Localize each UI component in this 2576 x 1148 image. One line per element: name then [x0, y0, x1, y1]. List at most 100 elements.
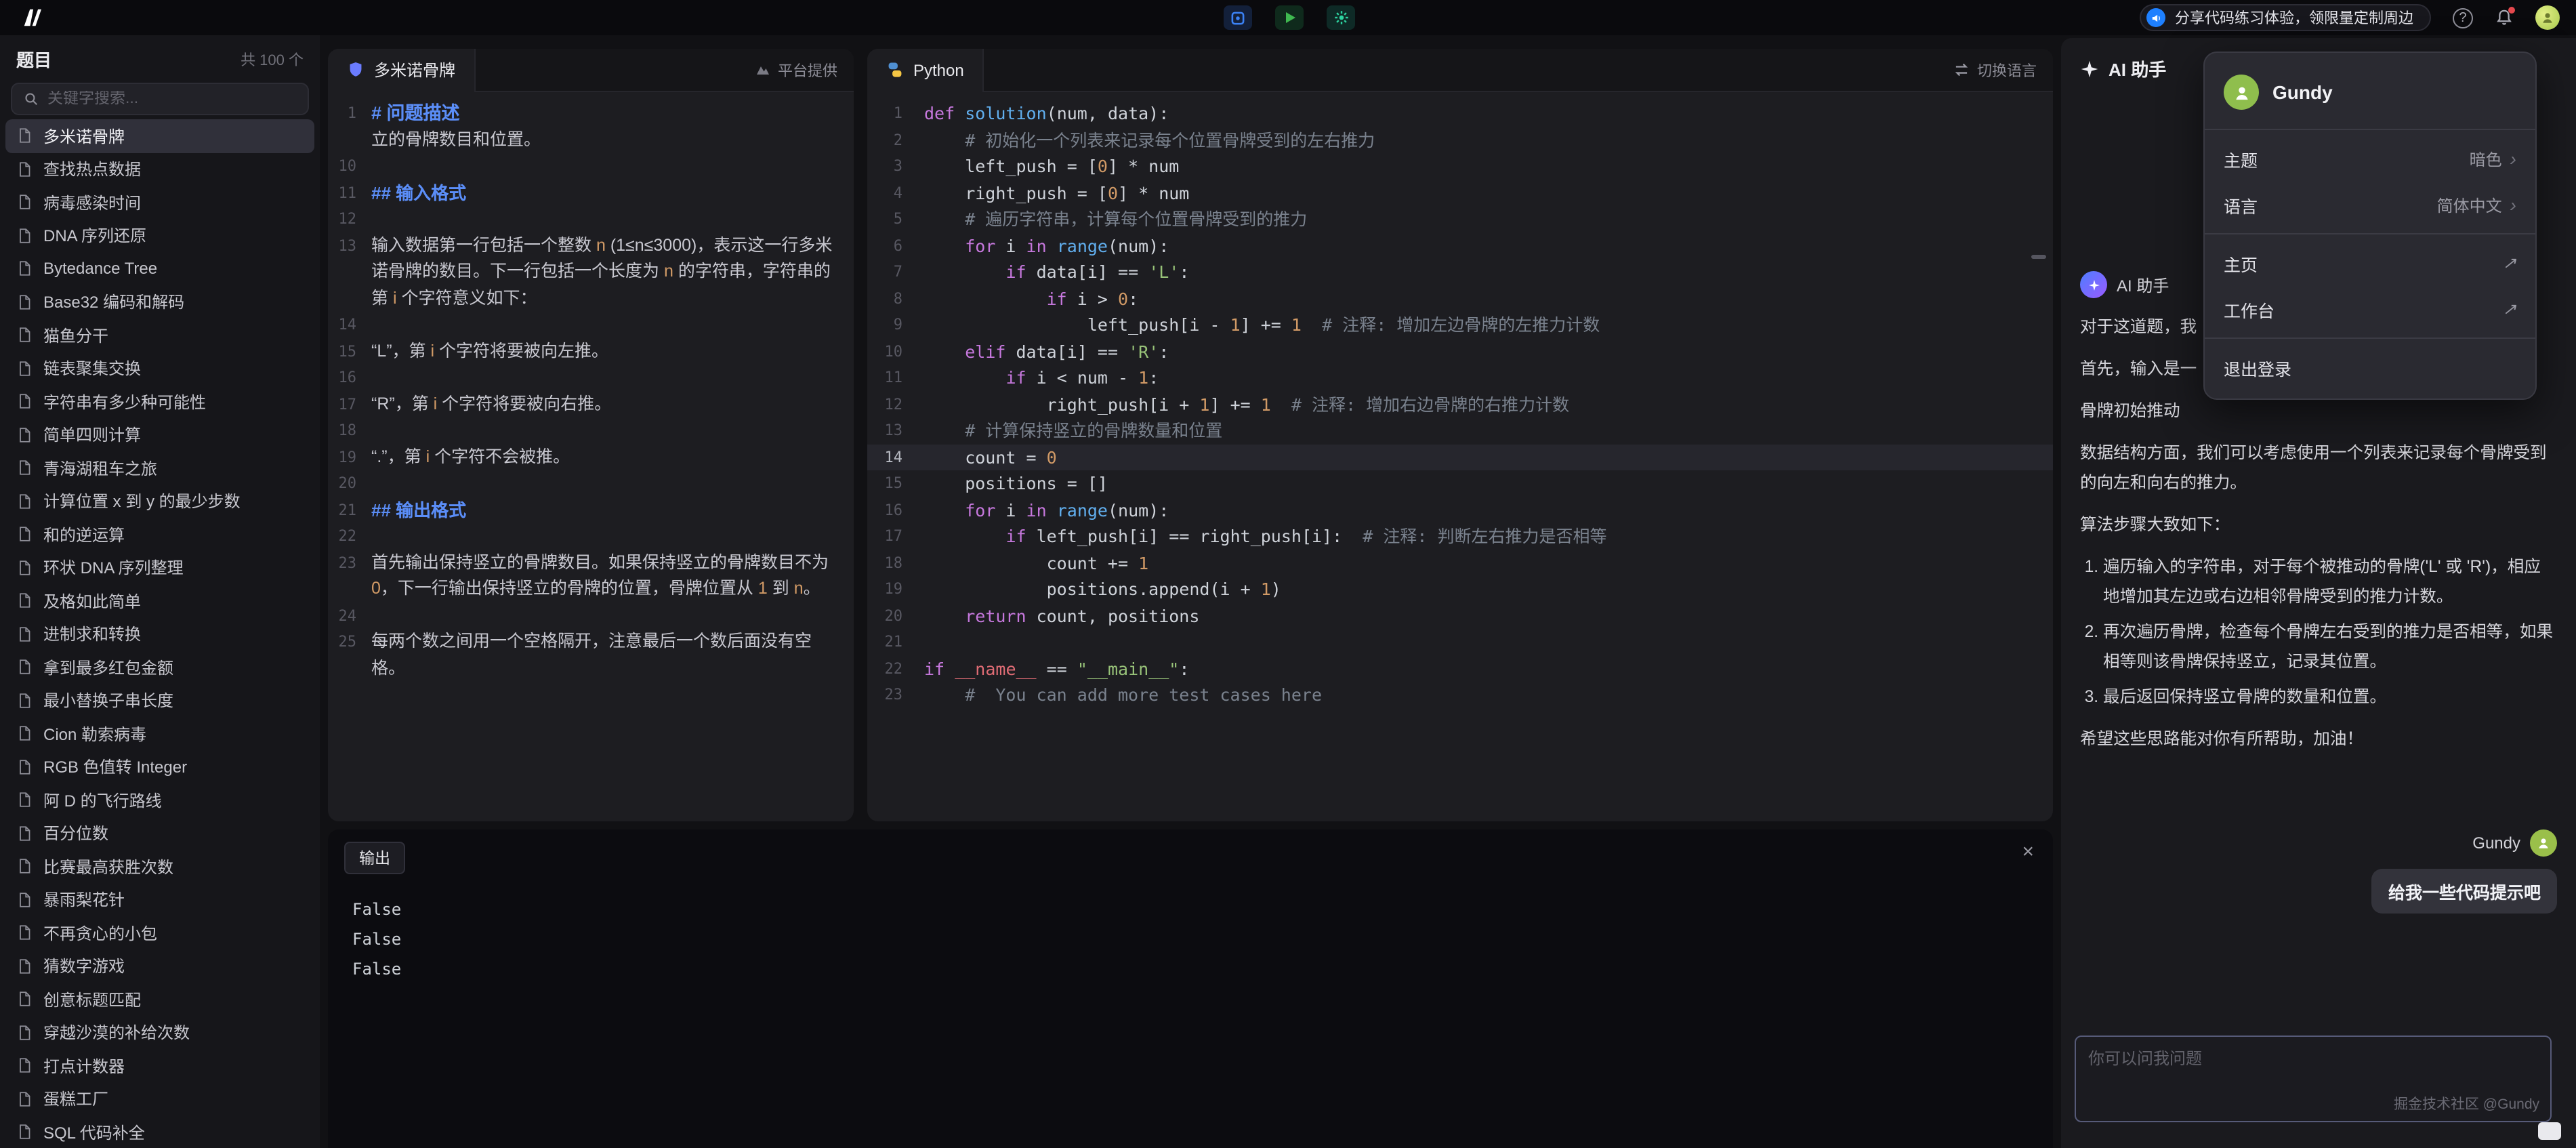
line-text: if data[i] == 'L':: [924, 259, 2053, 285]
close-output-icon[interactable]: ×: [2022, 842, 2034, 862]
problem-content[interactable]: 1# 问题描述立的骨牌数目和位置。1011## 输入格式1213输入数据第一行包…: [328, 94, 854, 821]
line-number: 10: [328, 153, 371, 180]
problem-list-item[interactable]: 病毒感染时间: [5, 186, 314, 219]
problem-list-item[interactable]: 创意标题匹配: [5, 983, 314, 1016]
problem-list-item[interactable]: 链表聚集交换: [5, 352, 314, 385]
file-icon: [16, 659, 33, 676]
problem-list-item[interactable]: 比赛最高获胜次数: [5, 850, 314, 883]
line-text: [371, 470, 854, 497]
user-message-bubble[interactable]: 给我一些代码提示吧: [2372, 869, 2557, 914]
notifications-icon[interactable]: [2495, 8, 2514, 27]
debug-button[interactable]: [1224, 5, 1252, 30]
problem-line: 22: [328, 523, 854, 550]
search-input[interactable]: [47, 91, 297, 107]
promo-banner[interactable]: 分享代码练习体验，领限量定制周边: [2140, 4, 2431, 31]
line-text: # 问题描述: [371, 100, 854, 127]
ai-step-item: 遍历输入的字符串，对于每个被推动的骨牌('L' 或 'R')，相应地增加其左边或…: [2103, 552, 2557, 611]
ai-message-line: 骨牌初始推动: [2080, 396, 2557, 426]
switch-language-button[interactable]: 切换语言: [1953, 59, 2053, 81]
tab-problem[interactable]: 多米诺骨牌: [328, 49, 476, 91]
help-icon[interactable]: ?: [2453, 7, 2473, 28]
problem-list-item[interactable]: 查找热点数据: [5, 152, 314, 186]
problem-list-item[interactable]: 蛋糕工厂: [5, 1082, 314, 1115]
problem-line: 12: [328, 206, 854, 232]
problem-list-item[interactable]: 拿到最多红包金额: [5, 651, 314, 684]
problem-list-item[interactable]: 青海湖租车之旅: [5, 451, 314, 485]
user-message: Gundy 给我一些代码提示吧: [2080, 829, 2557, 914]
problem-list-item[interactable]: 不再贪心的小包: [5, 916, 314, 949]
line-number: 24: [328, 602, 371, 629]
problem-list-item[interactable]: Base32 编码和解码: [5, 285, 314, 319]
ai-question-input[interactable]: [2076, 1037, 2550, 1121]
menu-item-language[interactable]: 语言 简体中文: [2205, 182, 2535, 228]
user-menu: Gundy 主题 暗色 语言 简体中文 主页 工作台 退出登录: [2203, 52, 2537, 400]
problem-list-item[interactable]: Cion 勒索病毒: [5, 717, 314, 750]
problem-list-item[interactable]: 计算位置 x 到 y 的最少步数: [5, 485, 314, 518]
problem-title: 及格如此简单: [43, 590, 141, 613]
problem-list-item[interactable]: 最小替换子串长度: [5, 684, 314, 717]
app: 分享代码练习体验，领限量定制周边 ? 题目 共 100 个 多米诺骨牌查找热点数…: [0, 0, 2576, 1148]
problem-line: 10: [328, 153, 854, 180]
file-icon: [16, 560, 33, 576]
line-text: def solution(num, data):: [924, 100, 2053, 127]
scrollbar-thumb[interactable]: [2031, 255, 2046, 259]
problem-list-item[interactable]: SQL 代码补全: [5, 1115, 314, 1148]
user-avatar[interactable]: [2535, 5, 2560, 30]
file-icon: [16, 925, 33, 941]
line-text: [371, 153, 854, 180]
problem-list-item[interactable]: 阿 D 的飞行路线: [5, 783, 314, 817]
line-number: 18: [328, 417, 371, 444]
problem-list-item[interactable]: 进制求和转换: [5, 617, 314, 651]
code-line: 13 # 计算保持竖立的骨牌数量和位置: [867, 417, 2053, 444]
problem-list-item[interactable]: 环状 DNA 序列整理: [5, 551, 314, 584]
run-button[interactable]: [1275, 5, 1304, 30]
line-number: 6: [867, 232, 924, 259]
tab-language-python[interactable]: Python: [867, 49, 984, 91]
settings-button[interactable]: [1327, 5, 1355, 30]
line-number: 1: [328, 100, 371, 127]
problem-list-item[interactable]: DNA 序列还原: [5, 219, 314, 252]
menu-item-theme[interactable]: 主题 暗色: [2205, 136, 2535, 182]
file-icon: [16, 1091, 33, 1107]
problem-list-item[interactable]: 打点计数器: [5, 1049, 314, 1082]
problem-list: 多米诺骨牌查找热点数据病毒感染时间DNA 序列还原Bytedance TreeB…: [0, 119, 320, 1148]
problem-list-item[interactable]: 猜数字游戏: [5, 949, 314, 983]
menu-item-logout[interactable]: 退出登录: [2205, 344, 2535, 390]
search-icon: [23, 91, 39, 107]
problem-list-item[interactable]: 字符串有多少种可能性: [5, 385, 314, 418]
problem-list-item[interactable]: 和的逆运算: [5, 518, 314, 551]
output-tab[interactable]: 输出: [344, 842, 405, 874]
problem-list-item[interactable]: 穿越沙漠的补给次数: [5, 1016, 314, 1049]
user-message-author: Gundy: [2472, 829, 2557, 857]
line-text: # 遍历字符串，计算每个位置骨牌受到的推力: [924, 206, 2053, 232]
problem-title: 猜数字游戏: [43, 955, 125, 978]
problem-list-item[interactable]: 及格如此简单: [5, 584, 314, 617]
code-editor[interactable]: 1def solution(num, data):2 # 初始化一个列表来记录每…: [867, 94, 2053, 821]
problem-list-item[interactable]: 百分位数: [5, 817, 314, 850]
problem-list-item[interactable]: 多米诺骨牌: [5, 119, 314, 152]
problem-list-item[interactable]: RGB 色值转 Integer: [5, 750, 314, 783]
code-panel-header: Python 切换语言: [867, 49, 2053, 92]
problems-sidebar: 题目 共 100 个 多米诺骨牌查找热点数据病毒感染时间DNA 序列还原Byte…: [0, 35, 320, 1148]
chevron-right-icon: [2510, 194, 2516, 216]
output-line: False: [352, 954, 401, 984]
problem-panel: 多米诺骨牌 平台提供 1# 问题描述立的骨牌数目和位置。1011## 输入格式1…: [328, 49, 854, 821]
file-icon: [16, 527, 33, 543]
menu-item-home[interactable]: 主页: [2205, 240, 2535, 286]
line-number: 25: [328, 629, 371, 682]
problem-list-item[interactable]: 暴雨梨花针: [5, 883, 314, 916]
file-icon: [16, 427, 33, 443]
menu-item-workspace[interactable]: 工作台: [2205, 286, 2535, 332]
problem-list-item[interactable]: 猫鱼分干: [5, 319, 314, 352]
ai-input-box[interactable]: 掘金技术社区 @Gundy: [2075, 1036, 2552, 1122]
line-number: 9: [867, 312, 924, 338]
problem-title: 最小替换子串长度: [43, 689, 173, 712]
app-logo-icon[interactable]: [19, 6, 49, 29]
search-box[interactable]: [11, 83, 309, 115]
problem-list-item[interactable]: Bytedance Tree: [5, 252, 314, 285]
line-number: 19: [328, 444, 371, 470]
external-link-icon: [2503, 253, 2516, 272]
code-line: 23 # You can add more test cases here: [867, 682, 2053, 708]
code-line: 19 positions.append(i + 1): [867, 576, 2053, 602]
problem-list-item[interactable]: 简单四则计算: [5, 418, 314, 451]
